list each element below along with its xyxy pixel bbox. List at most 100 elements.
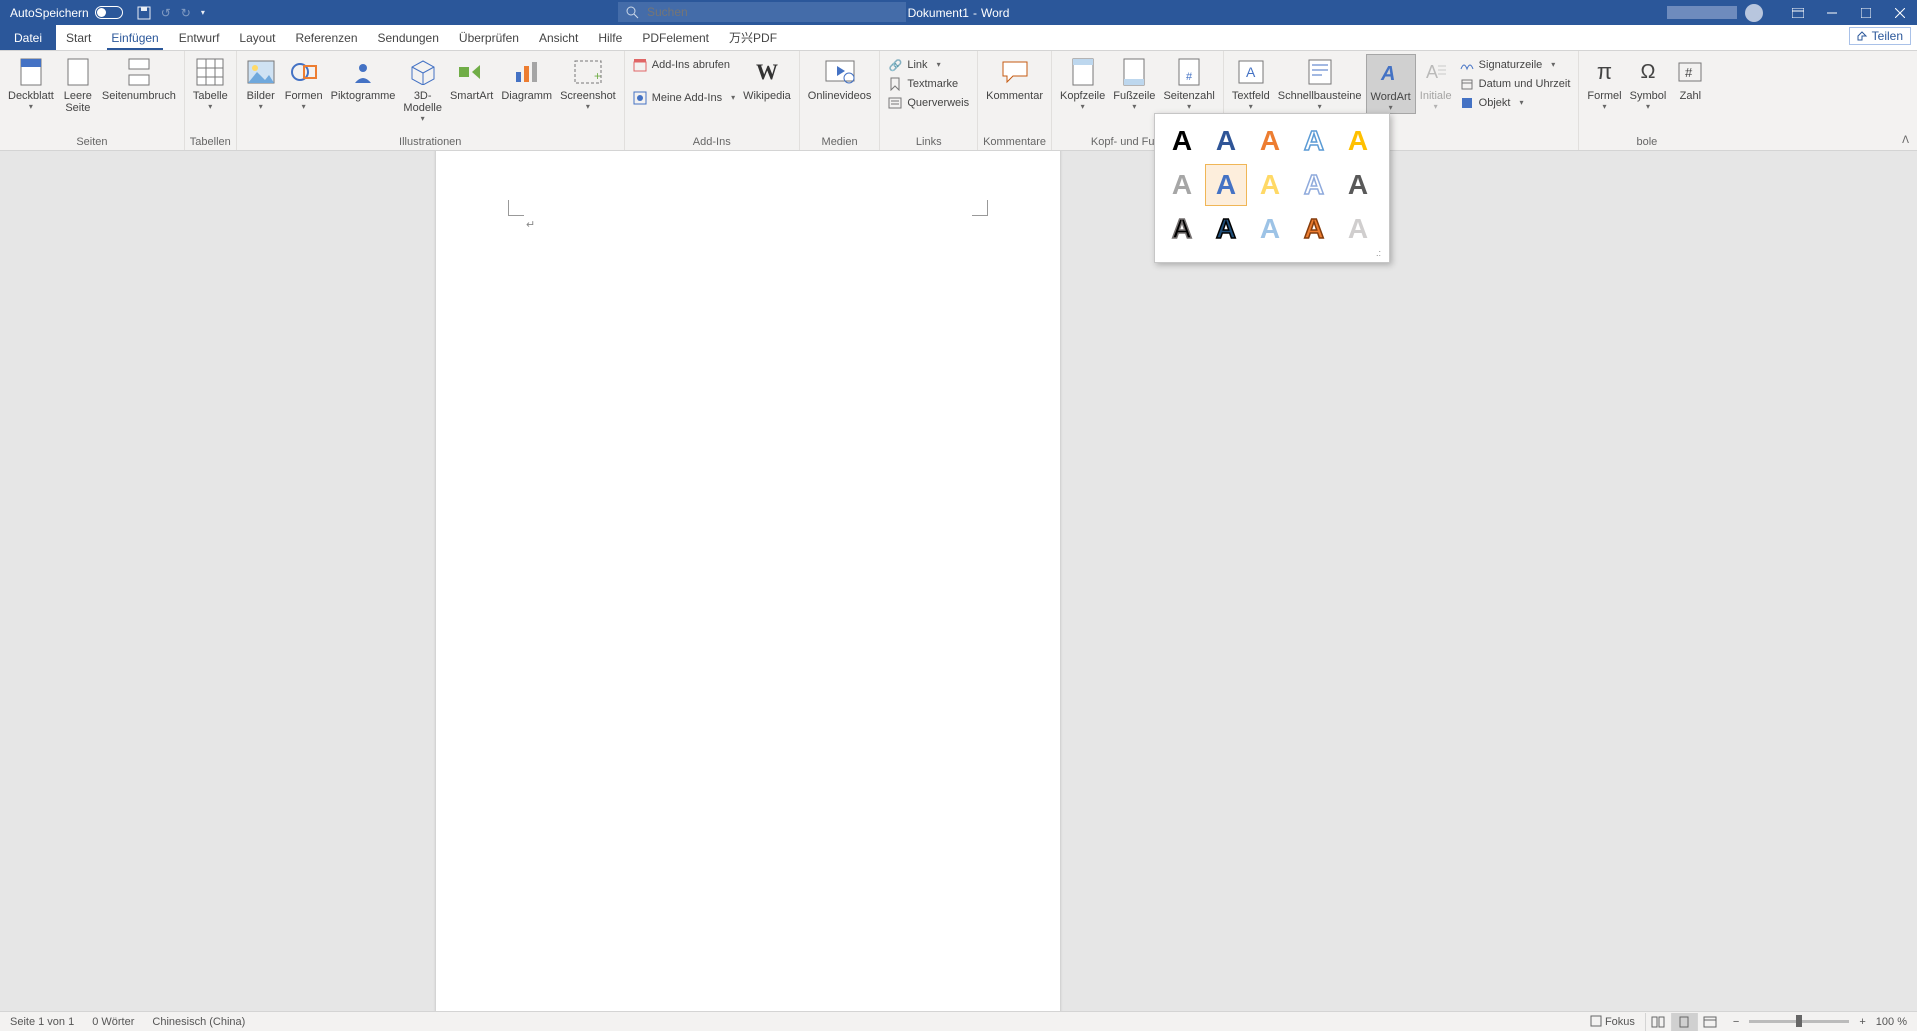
textmarke-button[interactable]: Textmarke bbox=[884, 75, 973, 93]
wordart-style-12[interactable]: A bbox=[1205, 208, 1247, 250]
diagramm-button[interactable]: Diagramm bbox=[497, 54, 556, 104]
textfeld-button[interactable]: ATextfeld▾ bbox=[1228, 54, 1274, 112]
tab-entwurf[interactable]: Entwurf bbox=[169, 25, 230, 50]
share-button[interactable]: Teilen bbox=[1849, 27, 1911, 45]
wordart-style-1[interactable]: A bbox=[1161, 120, 1203, 162]
web-layout-button[interactable] bbox=[1697, 1013, 1723, 1031]
word-count[interactable]: 0 Wörter bbox=[92, 1016, 134, 1028]
avatar[interactable] bbox=[1745, 4, 1763, 22]
toggle-switch[interactable] bbox=[95, 6, 123, 19]
formel-button[interactable]: πFormel▾ bbox=[1583, 54, 1625, 112]
tabelle-button[interactable]: Tabelle▾ bbox=[189, 54, 232, 112]
datum-uhrzeit-button[interactable]: Datum und Uhrzeit bbox=[1456, 75, 1575, 93]
wordart-style-9[interactable]: A bbox=[1293, 164, 1335, 206]
share-icon bbox=[1857, 31, 1868, 42]
screenshot-button[interactable]: +Screenshot▾ bbox=[556, 54, 620, 112]
kopfzeile-button[interactable]: Kopfzeile▾ bbox=[1056, 54, 1109, 112]
schnellbausteine-button[interactable]: Schnellbausteine▾ bbox=[1274, 54, 1366, 112]
group-label: Seiten bbox=[0, 136, 184, 150]
link-button[interactable]: 🔗Link▾ bbox=[884, 56, 973, 74]
tab-sendungen[interactable]: Sendungen bbox=[368, 25, 449, 50]
tab-hilfe[interactable]: Hilfe bbox=[588, 25, 632, 50]
wordart-style-11[interactable]: A bbox=[1161, 208, 1203, 250]
wordart-style-15[interactable]: A bbox=[1337, 208, 1379, 250]
wordart-button[interactable]: AWordArt▾ bbox=[1366, 54, 1416, 114]
group-seiten: Deckblatt▾ Leere Seite Seitenumbruch Sei… bbox=[0, 51, 185, 150]
ribbon-display-icon[interactable] bbox=[1781, 0, 1815, 25]
initiale-button: AInitiale▾ bbox=[1416, 54, 1456, 112]
window-controls bbox=[1667, 0, 1917, 25]
addins-abrufen-button[interactable]: Add-Ins abrufen bbox=[629, 56, 739, 74]
save-icon[interactable] bbox=[137, 6, 151, 20]
tab-file[interactable]: Datei bbox=[0, 25, 56, 50]
signaturzeile-button[interactable]: Signaturzeile▾ bbox=[1456, 56, 1575, 74]
collapse-ribbon-icon[interactable]: ᐱ bbox=[1902, 135, 1909, 146]
tab-layout[interactable]: Layout bbox=[229, 25, 285, 50]
search-box[interactable] bbox=[618, 2, 906, 22]
tab-ueberpruefen[interactable]: Überprüfen bbox=[449, 25, 529, 50]
wordart-style-3[interactable]: A bbox=[1249, 120, 1291, 162]
print-layout-button[interactable] bbox=[1671, 1013, 1697, 1031]
wordart-style-5[interactable]: A bbox=[1337, 120, 1379, 162]
tab-pdfelement[interactable]: PDFelement bbox=[632, 25, 719, 50]
seitenzahl-button[interactable]: #Seitenzahl▾ bbox=[1159, 54, 1218, 112]
wordart-style-7[interactable]: A bbox=[1205, 164, 1247, 206]
fusszeile-button[interactable]: Fußzeile▾ bbox=[1109, 54, 1159, 112]
ribbon-tabs: Datei Start Einfügen Entwurf Layout Refe… bbox=[0, 25, 1917, 51]
wordart-style-6[interactable]: A bbox=[1161, 164, 1203, 206]
page-indicator[interactable]: Seite 1 von 1 bbox=[10, 1016, 74, 1028]
search-input[interactable] bbox=[647, 5, 898, 19]
tab-referenzen[interactable]: Referenzen bbox=[285, 25, 367, 50]
read-mode-button[interactable] bbox=[1645, 1013, 1671, 1031]
wordart-style-13[interactable]: A bbox=[1249, 208, 1291, 250]
querverweis-button[interactable]: Querverweis bbox=[884, 94, 973, 112]
piktogramme-button[interactable]: Piktogramme bbox=[327, 54, 400, 104]
minimize-button[interactable] bbox=[1815, 0, 1849, 25]
focus-mode-button[interactable]: Fokus bbox=[1590, 1015, 1635, 1028]
bilder-button[interactable]: Bilder▾ bbox=[241, 54, 281, 112]
deckblatt-button[interactable]: Deckblatt▾ bbox=[4, 54, 58, 112]
addins-icon bbox=[633, 91, 647, 105]
onlinevideos-button[interactable]: Onlinevideos bbox=[804, 54, 876, 104]
document-area[interactable]: ↵ bbox=[0, 151, 1917, 1011]
view-switcher bbox=[1645, 1013, 1723, 1031]
tab-einfuegen[interactable]: Einfügen bbox=[101, 25, 168, 50]
maximize-button[interactable] bbox=[1849, 0, 1883, 25]
symbol-button[interactable]: ΩSymbol▾ bbox=[1626, 54, 1671, 112]
kommentar-button[interactable]: Kommentar bbox=[982, 54, 1047, 104]
tab-ansicht[interactable]: Ansicht bbox=[529, 25, 588, 50]
tab-wanxingpdf[interactable]: 万兴PDF bbox=[719, 25, 787, 50]
formen-button[interactable]: Formen▾ bbox=[281, 54, 327, 112]
textbox-icon: A bbox=[1235, 56, 1267, 88]
zoom-in-button[interactable]: + bbox=[1859, 1016, 1865, 1028]
seitenumbruch-button[interactable]: Seitenumbruch bbox=[98, 54, 180, 104]
leere-seite-button[interactable]: Leere Seite bbox=[58, 54, 98, 116]
smartart-button[interactable]: SmartArt bbox=[446, 54, 497, 104]
language-indicator[interactable]: Chinesisch (China) bbox=[152, 1016, 245, 1028]
zoom-level[interactable]: 100 % bbox=[1876, 1016, 1907, 1028]
zoom-slider[interactable] bbox=[1749, 1020, 1849, 1023]
group-label: Add-Ins bbox=[625, 136, 799, 150]
qat-dropdown-icon[interactable]: ▾ bbox=[201, 8, 205, 17]
wordart-style-2[interactable]: A bbox=[1205, 120, 1247, 162]
zahl-button[interactable]: #Zahl bbox=[1670, 54, 1710, 104]
tab-start[interactable]: Start bbox=[56, 25, 101, 50]
wordart-style-8[interactable]: A bbox=[1249, 164, 1291, 206]
wordart-style-4[interactable]: A bbox=[1293, 120, 1335, 162]
3d-modelle-button[interactable]: 3D- Modelle▾ bbox=[399, 54, 446, 124]
wordart-gallery: AAAAAAAAAAAAAAA .: bbox=[1154, 113, 1390, 263]
meine-addins-button[interactable]: Meine Add-Ins▾ bbox=[629, 89, 739, 107]
group-medien: Onlinevideos Medien bbox=[800, 51, 881, 150]
gallery-resize-handle[interactable]: .: bbox=[1161, 250, 1383, 256]
page[interactable]: ↵ bbox=[436, 151, 1060, 1011]
zoom-out-button[interactable]: − bbox=[1733, 1016, 1739, 1028]
objekt-button[interactable]: Objekt▾ bbox=[1456, 94, 1575, 112]
wikipedia-button[interactable]: WWikipedia bbox=[739, 54, 795, 104]
close-button[interactable] bbox=[1883, 0, 1917, 25]
wordart-style-10[interactable]: A bbox=[1337, 164, 1379, 206]
autosave-toggle[interactable]: AutoSpeichern bbox=[0, 6, 123, 20]
title-bar: AutoSpeichern ↺ ↻ ▾ Dokument1 - Word bbox=[0, 0, 1917, 25]
footer-icon bbox=[1118, 56, 1150, 88]
window-title: Dokument1 - Word bbox=[908, 6, 1010, 20]
wordart-style-14[interactable]: A bbox=[1293, 208, 1335, 250]
